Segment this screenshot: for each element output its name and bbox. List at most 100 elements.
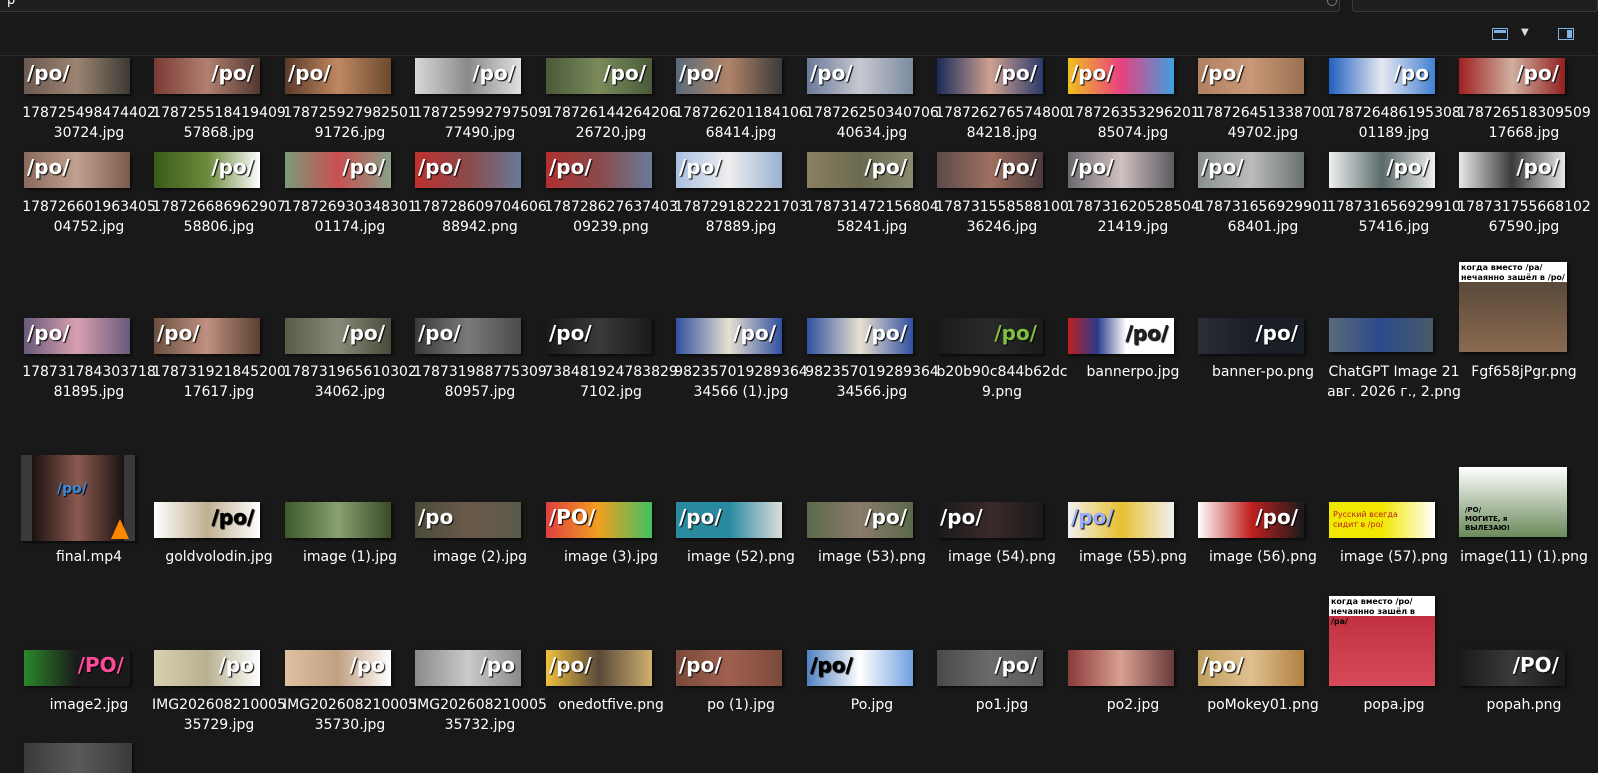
file-name: image (52).png bbox=[687, 549, 795, 565]
file-name: 7384819247838297102.jpg bbox=[544, 364, 678, 400]
file-name: 17872668696290758806.jpg bbox=[152, 199, 286, 235]
thumbnail-caption: /po/ bbox=[1386, 155, 1429, 179]
thumbnail-caption: /po bbox=[418, 505, 454, 529]
thumbnail-caption: /po/ bbox=[472, 61, 515, 85]
file-thumbnail: /po/ bbox=[1198, 152, 1304, 188]
file-name: 17872651830950917668.jpg bbox=[1457, 105, 1591, 141]
file-name: image (57).png bbox=[1340, 549, 1448, 565]
toolbar bbox=[0, 17, 1598, 56]
details-pane-icon[interactable] bbox=[1558, 28, 1574, 40]
view-layout-icon[interactable] bbox=[1492, 28, 1508, 40]
thumbnail-caption: /po/ bbox=[679, 155, 722, 179]
thumbnail-caption: /po/ bbox=[1516, 61, 1559, 85]
thumbnail-caption: когда вместо /pa/ нечаянно зашёл в /po/ bbox=[1461, 263, 1565, 282]
file-name: image (3).jpg bbox=[563, 549, 658, 565]
file-name: b20b90c844b62dc9.png bbox=[936, 364, 1068, 400]
file-name: popa.jpg bbox=[1363, 697, 1425, 713]
file-name: po (1).jpg bbox=[707, 697, 775, 713]
thumbnail-caption: /po/ bbox=[1125, 321, 1168, 345]
file-thumbnail: /PO/ bbox=[546, 502, 652, 538]
file-name: 17872660196340504752.jpg bbox=[22, 199, 156, 235]
file-name: image (55).png bbox=[1079, 549, 1187, 565]
file-name: image (1).jpg bbox=[302, 549, 397, 565]
file-name: 17872627657480084218.jpg bbox=[935, 105, 1069, 141]
thumbnail-caption: /po/ bbox=[679, 653, 722, 677]
file-name: 98235701928936434566.jpg bbox=[805, 364, 939, 400]
file-name: 17873165692990168401.jpg bbox=[1196, 199, 1330, 235]
address-bar[interactable]: p bbox=[0, 0, 1340, 12]
file-name: 17872862763740309239.png bbox=[544, 199, 678, 235]
address-text: p bbox=[7, 0, 16, 8]
file-name: 17872645133870049702.jpg bbox=[1196, 105, 1330, 141]
video-thumbnail: /po/ bbox=[21, 455, 135, 541]
file-name: 17872648619530801189.jpg bbox=[1327, 105, 1461, 141]
file-name: image(11) (1).png bbox=[1460, 549, 1588, 565]
file-name: IMG20260821000535729.jpg bbox=[152, 697, 286, 733]
file-thumbnail bbox=[285, 502, 391, 538]
file-thumbnail: /po/ bbox=[24, 318, 130, 354]
thumbnail-caption: /po/ bbox=[342, 155, 385, 179]
thumbnail-caption: /po/ bbox=[1516, 155, 1559, 179]
file-thumbnail: /po/ bbox=[415, 318, 521, 354]
file-thumbnail: /РО/МОГИТЕ, я ВЫЛЕЗАЮ! bbox=[1459, 467, 1567, 537]
thumbnail-caption: /po/ bbox=[157, 321, 200, 345]
file-thumbnail: /po/ bbox=[1459, 58, 1565, 94]
file-thumbnail: /po/ bbox=[676, 152, 782, 188]
thumbnail-caption: /po/ bbox=[1071, 155, 1114, 179]
file-name: final.mp4 bbox=[55, 549, 123, 565]
thumbnail-caption: /po/ bbox=[549, 653, 592, 677]
thumbnail-caption: /po bbox=[479, 653, 515, 677]
file-thumbnail: /po/ bbox=[1068, 502, 1174, 538]
file-name: banner-po.png bbox=[1211, 364, 1315, 380]
file-name: 17872551841940957868.jpg bbox=[152, 105, 286, 141]
thumbnail-caption: /po/ bbox=[27, 321, 70, 345]
file-thumbnail: /po/ bbox=[154, 152, 260, 188]
file-thumbnail: /po/ bbox=[154, 318, 260, 354]
file-thumbnail: /PO/ bbox=[24, 650, 130, 686]
file-thumbnail: /po/ bbox=[807, 650, 913, 686]
file-thumbnail: когда вместо /po/ нечаянно зашёл в /pa/ bbox=[1329, 596, 1435, 686]
chevron-down-icon[interactable]: ▼ bbox=[1521, 27, 1529, 38]
thumbnail-caption: /PO/ bbox=[549, 505, 596, 529]
thumbnail-caption: /po/ bbox=[27, 155, 70, 179]
file-name: IMG20260821000535730.jpg bbox=[283, 697, 417, 733]
thumbnail-caption: /po/ bbox=[342, 321, 385, 345]
file-name: 17873162052850421419.jpg bbox=[1066, 199, 1200, 235]
file-name: image (2).jpg bbox=[432, 549, 527, 565]
file-name: image (53).png bbox=[818, 549, 926, 565]
file-thumbnail: /po bbox=[415, 650, 521, 686]
thumbnail-caption: /po/ bbox=[994, 61, 1037, 85]
thumbnail-caption: /po/ bbox=[864, 321, 907, 345]
search-input[interactable] bbox=[1352, 0, 1598, 12]
thumbnail-caption: Русский всегда сидит в /po/ bbox=[1333, 510, 1398, 529]
file-thumbnail: /po/ bbox=[415, 58, 521, 94]
file-name: 17872592798250191726.jpg bbox=[283, 105, 417, 141]
thumbnail-caption: /po/ bbox=[810, 653, 853, 677]
file-name: 17872549847440230724.jpg bbox=[22, 105, 156, 141]
file-name: 17873178430371881895.jpg bbox=[22, 364, 156, 400]
address-clear-icon[interactable] bbox=[1327, 0, 1337, 6]
thumbnail-caption: /po bbox=[218, 653, 254, 677]
file-name: po1.jpg bbox=[975, 697, 1029, 713]
thumbnail-caption: /po/ bbox=[57, 481, 87, 497]
file-name: 17873147215680458241.jpg bbox=[805, 199, 939, 235]
thumbnail-caption: /po bbox=[349, 653, 385, 677]
file-thumbnail bbox=[1068, 650, 1174, 686]
file-thumbnail: /po/ bbox=[24, 58, 130, 94]
thumbnail-caption: /po/ bbox=[418, 155, 461, 179]
thumbnail-caption: /po/ bbox=[27, 61, 70, 85]
file-name: Po.jpg bbox=[850, 697, 894, 713]
thumbnail-caption: /po/ bbox=[603, 61, 646, 85]
file-thumbnail: /po/ bbox=[676, 502, 782, 538]
thumbnail-caption: /po/ bbox=[1071, 61, 1114, 85]
thumbnail-caption: /po/ bbox=[810, 61, 853, 85]
file-name: bannerpo.jpg bbox=[1086, 364, 1180, 380]
file-thumbnail: /po/ bbox=[937, 650, 1043, 686]
file-thumbnail: /po/ bbox=[1068, 58, 1174, 94]
file-thumbnail: /po/ bbox=[285, 58, 391, 94]
file-thumbnail: /po/ bbox=[676, 318, 782, 354]
file-name: 98235701928936434566 (1).jpg bbox=[674, 364, 808, 400]
file-name: popah.png bbox=[1486, 697, 1562, 713]
file-thumbnail: /po/ bbox=[154, 502, 260, 538]
file-thumbnail: /po/ bbox=[546, 58, 652, 94]
